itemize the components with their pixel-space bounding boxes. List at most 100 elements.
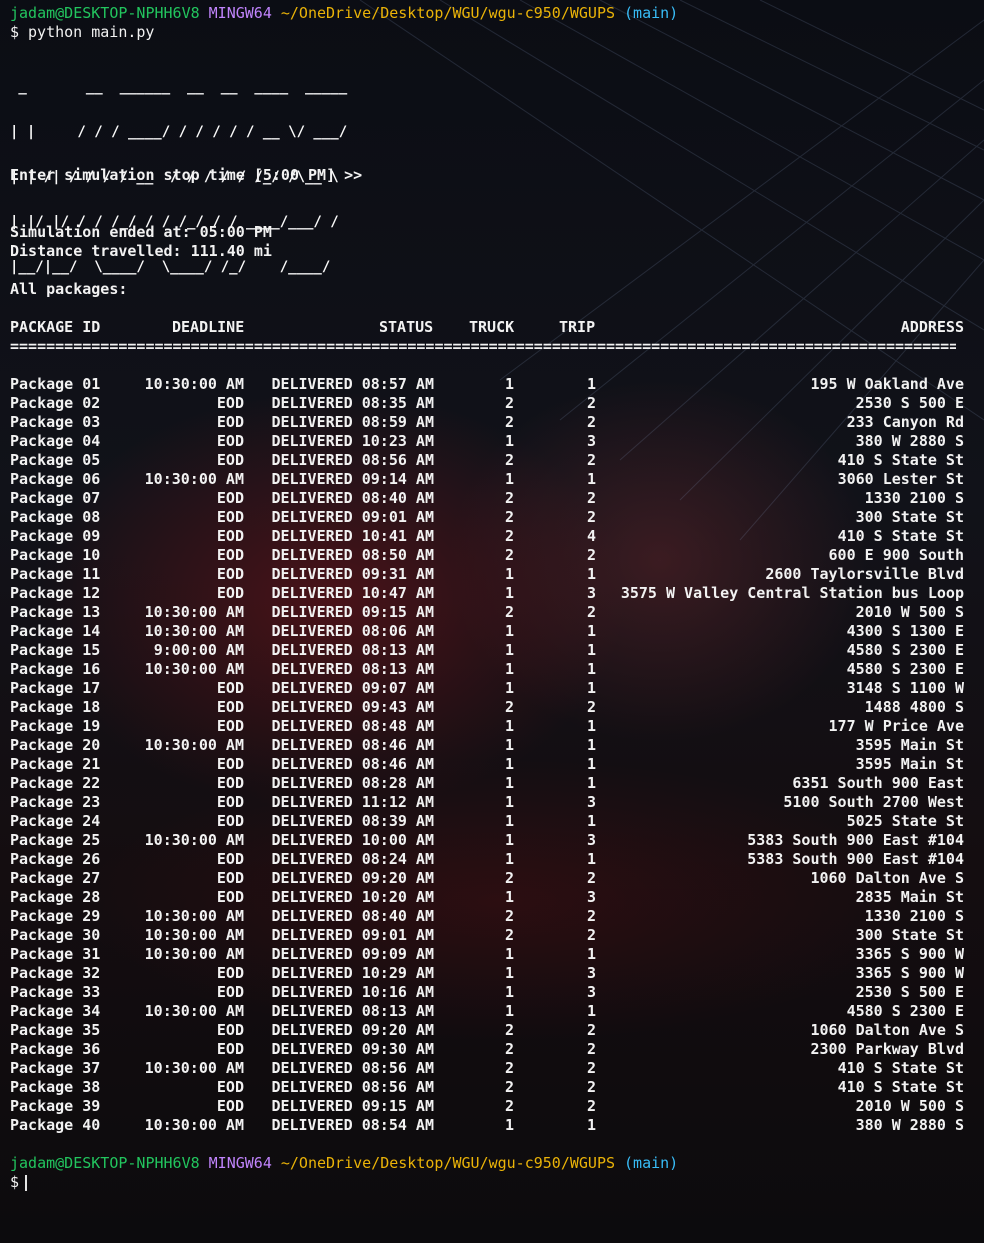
cell-deadline: 10:30:00 AM bbox=[144, 470, 244, 488]
cell-address: 300 State St bbox=[855, 508, 964, 526]
cell-status: DELIVERED 10:16 AM bbox=[271, 983, 434, 1001]
cell-trip: 3 bbox=[586, 432, 596, 450]
table-row: Package 40 10:30:00 AM DELIVERED 08:54 AM 1… bbox=[10, 1116, 964, 1135]
table-row: Package 13 10:30:00 AM DELIVERED 09:15 AM 2… bbox=[10, 603, 964, 622]
cell-truck: 1 bbox=[504, 660, 514, 678]
cell-id: Package 03 bbox=[10, 413, 101, 431]
cell-address: 1330 2100 S bbox=[864, 489, 964, 507]
cell-status: DELIVERED 08:46 AM bbox=[271, 736, 434, 754]
prompt-branch: (main) bbox=[624, 1154, 679, 1172]
cell-status: DELIVERED 08:13 AM bbox=[271, 641, 434, 659]
header-package-id: PACKAGE ID bbox=[10, 318, 101, 336]
cell-deadline: 10:30:00 AM bbox=[144, 945, 244, 963]
table-row: Package 20 10:30:00 AM DELIVERED 08:46 AM 1… bbox=[10, 736, 964, 755]
cell-status: DELIVERED 09:14 AM bbox=[271, 470, 434, 488]
table-row: Package 28 EOD DELIVERED 10:20 AM 1 3 2835 Ma… bbox=[10, 888, 964, 907]
cell-truck: 1 bbox=[504, 888, 514, 906]
cell-trip: 1 bbox=[586, 1116, 596, 1134]
cell-address: 2530 S 500 E bbox=[855, 983, 964, 1001]
cell-id: Package 08 bbox=[10, 508, 101, 526]
cell-status: DELIVERED 09:20 AM bbox=[271, 1021, 434, 1039]
prompt-symbol: $ bbox=[10, 23, 20, 41]
cell-truck: 1 bbox=[504, 983, 514, 1001]
table-row: Package 17 EOD DELIVERED 09:07 AM 1 1 3148 S … bbox=[10, 679, 964, 698]
table-row: Package 09 EOD DELIVERED 10:41 AM 2 4 410 S S… bbox=[10, 527, 964, 546]
cell-trip: 3 bbox=[586, 983, 596, 1001]
cell-deadline: 10:30:00 AM bbox=[144, 375, 244, 393]
table-row: Package 16 10:30:00 AM DELIVERED 08:13 AM 1… bbox=[10, 660, 964, 679]
cell-trip: 2 bbox=[586, 869, 596, 887]
input-line[interactable]: $ bbox=[10, 1173, 964, 1192]
cell-truck: 2 bbox=[504, 1040, 514, 1058]
table-row: Package 05 EOD DELIVERED 08:56 AM 2 2 410 S S… bbox=[10, 451, 964, 470]
package-table: Package 01 10:30:00 AM DELIVERED 08:57 AM 1… bbox=[10, 375, 964, 1135]
cell-address: 2600 Taylorsville Blvd bbox=[765, 565, 964, 583]
cell-trip: 2 bbox=[586, 1059, 596, 1077]
cell-id: Package 35 bbox=[10, 1021, 101, 1039]
stop-time-prompt: Enter simulation stop time [5:00 PM] >> bbox=[10, 166, 363, 184]
table-row: Package 07 EOD DELIVERED 08:40 AM 2 2 1330 21… bbox=[10, 489, 964, 508]
cell-truck: 1 bbox=[504, 964, 514, 982]
cell-id: Package 39 bbox=[10, 1097, 101, 1115]
cell-status: DELIVERED 09:01 AM bbox=[271, 926, 434, 944]
cell-deadline: 9:00:00 AM bbox=[153, 641, 244, 659]
text-cursor[interactable] bbox=[25, 1174, 28, 1191]
cell-deadline: EOD bbox=[216, 717, 244, 735]
table-header: PACKAGE ID DEADLINE STATUS TRUCK TRIP AD… bbox=[10, 318, 964, 337]
cell-deadline: EOD bbox=[216, 1078, 244, 1096]
cell-deadline: 10:30:00 AM bbox=[144, 1116, 244, 1134]
cell-status: DELIVERED 11:12 AM bbox=[271, 793, 434, 811]
cell-address: 3595 Main St bbox=[855, 755, 964, 773]
cell-address: 410 S State St bbox=[837, 1059, 964, 1077]
cell-deadline: EOD bbox=[216, 1097, 244, 1115]
cell-truck: 2 bbox=[504, 907, 514, 925]
cell-id: Package 20 bbox=[10, 736, 101, 754]
table-row: Package 24 EOD DELIVERED 08:39 AM 1 1 5025 St… bbox=[10, 812, 964, 831]
cell-address: 410 S State St bbox=[837, 527, 964, 545]
cell-deadline: 10:30:00 AM bbox=[144, 736, 244, 754]
cell-id: Package 26 bbox=[10, 850, 101, 868]
cell-trip: 3 bbox=[586, 793, 596, 811]
cell-deadline: EOD bbox=[216, 546, 244, 564]
table-row: Package 22 EOD DELIVERED 08:28 AM 1 1 6351 So… bbox=[10, 774, 964, 793]
cell-truck: 2 bbox=[504, 1021, 514, 1039]
cell-status: DELIVERED 08:06 AM bbox=[271, 622, 434, 640]
table-rule: ========================================… bbox=[10, 337, 956, 355]
header-trip: TRIP bbox=[559, 318, 596, 336]
table-row: Package 01 10:30:00 AM DELIVERED 08:57 AM 1… bbox=[10, 375, 964, 394]
cell-address: 3060 Lester St bbox=[837, 470, 964, 488]
cell-trip: 3 bbox=[586, 584, 596, 602]
cell-address: 233 Canyon Rd bbox=[846, 413, 964, 431]
cell-truck: 1 bbox=[504, 945, 514, 963]
cell-status: DELIVERED 09:31 AM bbox=[271, 565, 434, 583]
cell-address: 3575 W Valley Central Station bus Loop bbox=[620, 584, 964, 602]
cell-address: 1330 2100 S bbox=[864, 907, 964, 925]
cell-status: DELIVERED 09:30 AM bbox=[271, 1040, 434, 1058]
cell-trip: 1 bbox=[586, 1002, 596, 1020]
cell-truck: 2 bbox=[504, 869, 514, 887]
cell-truck: 1 bbox=[504, 755, 514, 773]
prompt-user: jadam@DESKTOP-NPHH6V8 bbox=[10, 4, 200, 22]
cell-deadline: EOD bbox=[216, 1021, 244, 1039]
cell-status: DELIVERED 09:43 AM bbox=[271, 698, 434, 716]
cell-trip: 2 bbox=[586, 1097, 596, 1115]
simulation-ended: Simulation ended at: 05:00 PM bbox=[10, 223, 272, 241]
cell-id: Package 33 bbox=[10, 983, 101, 1001]
cell-status: DELIVERED 08:59 AM bbox=[271, 413, 434, 431]
terminal: jadam@DESKTOP-NPHH6V8 MINGW64 ~/OneDrive/D… bbox=[10, 4, 964, 1192]
cell-deadline: EOD bbox=[216, 793, 244, 811]
cell-trip: 3 bbox=[586, 964, 596, 982]
cell-id: Package 05 bbox=[10, 451, 101, 469]
cell-address: 3148 S 1100 W bbox=[846, 679, 964, 697]
cell-truck: 1 bbox=[504, 679, 514, 697]
table-row: Package 26 EOD DELIVERED 08:24 AM 1 1 5383 So… bbox=[10, 850, 964, 869]
cell-id: Package 22 bbox=[10, 774, 101, 792]
cell-deadline: EOD bbox=[216, 584, 244, 602]
cell-truck: 1 bbox=[504, 375, 514, 393]
cell-address: 4580 S 2300 E bbox=[846, 1002, 964, 1020]
table-row: Package 33 EOD DELIVERED 10:16 AM 1 3 2530 S … bbox=[10, 983, 964, 1002]
cell-address: 5383 South 900 East #104 bbox=[747, 850, 964, 868]
cell-trip: 2 bbox=[586, 603, 596, 621]
cell-deadline: EOD bbox=[216, 964, 244, 982]
cell-id: Package 31 bbox=[10, 945, 101, 963]
